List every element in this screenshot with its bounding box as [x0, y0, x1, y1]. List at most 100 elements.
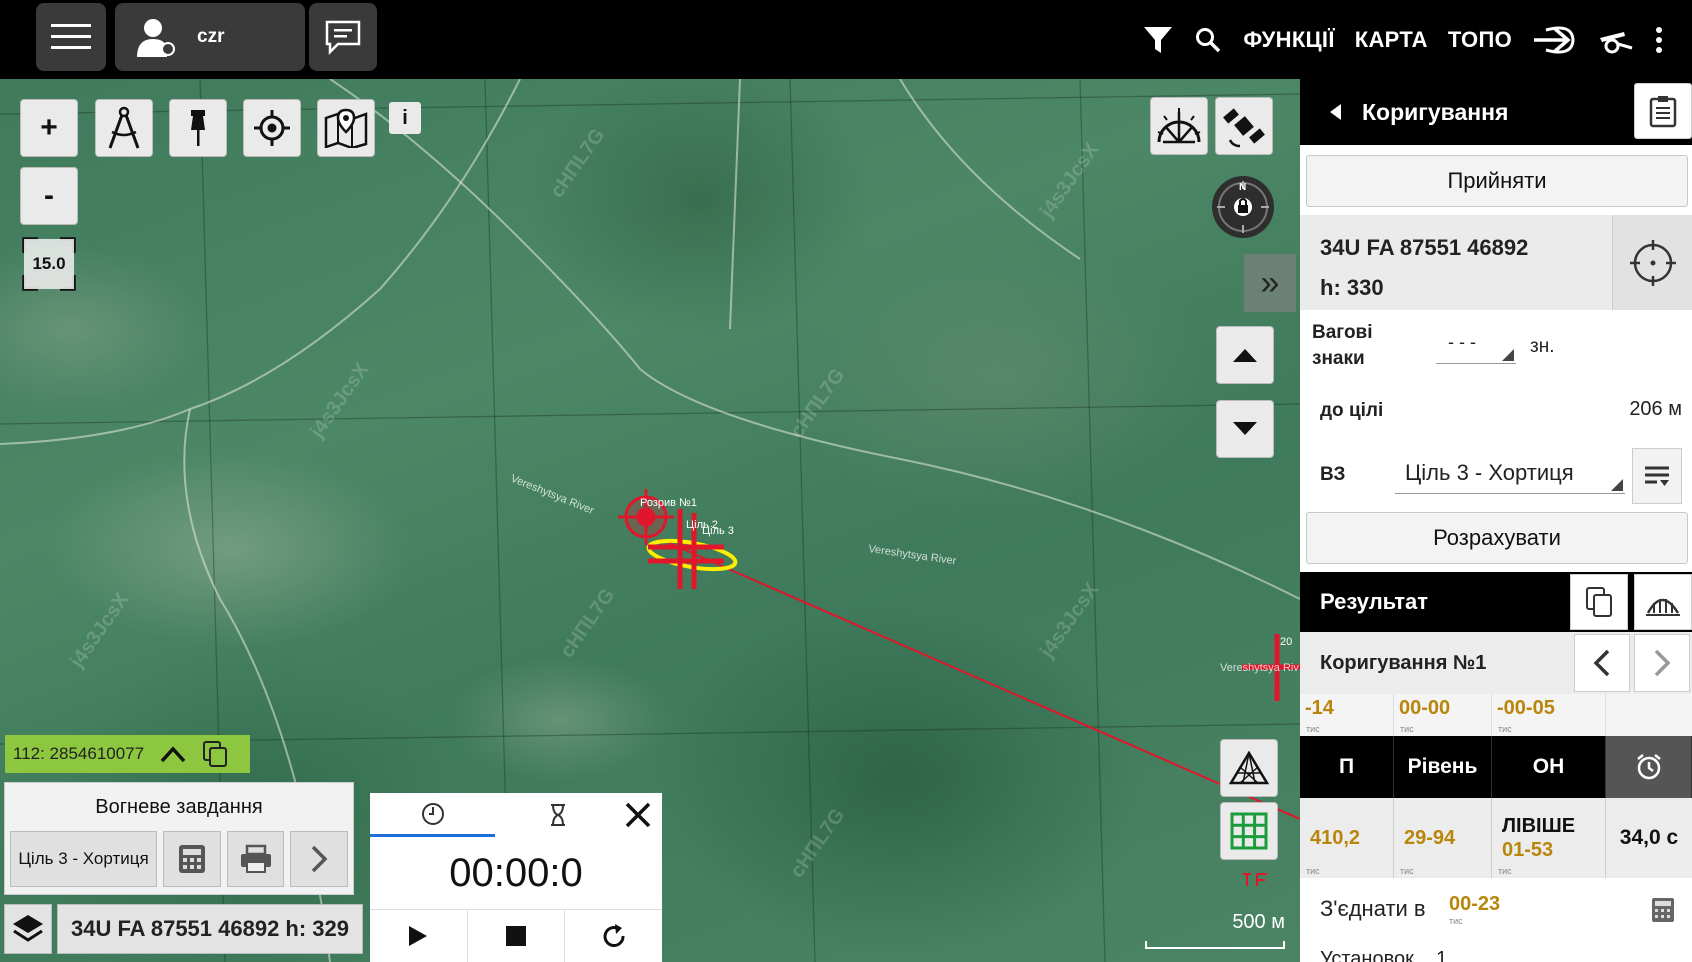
accept-button[interactable]: Прийняти — [1306, 155, 1688, 207]
measure-button[interactable] — [95, 99, 153, 157]
copy-result-button[interactable] — [1570, 574, 1628, 630]
header-p: П — [1300, 736, 1394, 798]
more-vertical-icon[interactable] — [1656, 26, 1662, 53]
correction-value: -14 — [1305, 697, 1334, 719]
map-view[interactable]: Розрив №1 Ціль 2 Ціль 3 20 Vereshytsya R… — [0, 79, 1300, 962]
stop-button[interactable] — [468, 910, 566, 962]
zoom-in-button[interactable]: + — [20, 99, 78, 157]
watermark: j4s3JcsX — [1036, 139, 1104, 223]
unit-label: тис — [1400, 866, 1414, 876]
scroll-up-button[interactable] — [1216, 326, 1274, 384]
search-icon[interactable] — [1195, 27, 1221, 53]
weight-field[interactable]: - - - — [1436, 332, 1516, 364]
compass-tool-icon — [108, 106, 140, 149]
layers-button[interactable] — [4, 904, 52, 954]
copy-icon — [1586, 587, 1612, 617]
result-title: Результат — [1320, 589, 1429, 614]
trajectory-chart-icon — [1646, 598, 1680, 616]
reset-button[interactable] — [565, 910, 662, 962]
collapse-label: » — [1260, 263, 1280, 302]
time-value: 34,0 с — [1619, 826, 1679, 849]
gps-button[interactable] — [1215, 97, 1273, 155]
zoom-in-label: + — [40, 111, 58, 144]
tab-countdown[interactable] — [495, 793, 620, 837]
copy-icon[interactable] — [202, 740, 228, 768]
back-arrow-icon[interactable] — [1328, 103, 1342, 121]
tab-stopwatch[interactable] — [370, 793, 495, 837]
coord-chip[interactable]: 112: 2854610077 — [5, 735, 250, 773]
watermark: cHПL7G — [786, 805, 849, 882]
join-label: З'єднати в — [1320, 896, 1426, 921]
compass-north-label: N — [1239, 182, 1246, 193]
chevron-up-icon[interactable] — [160, 745, 186, 763]
cursor-coordinates[interactable]: 34U FA 87551 46892 h: 329 — [57, 904, 363, 954]
chevron-up-icon — [1233, 349, 1257, 362]
filter-icon[interactable] — [1143, 25, 1173, 55]
correction-title: Коригування №1 — [1320, 651, 1487, 674]
unit-label: тис — [1400, 724, 1414, 734]
chevron-left-icon — [1593, 649, 1610, 677]
weight-value: - - - — [1448, 332, 1476, 352]
next-button[interactable] — [290, 831, 348, 887]
watermark: j4s3JcsX — [66, 589, 134, 673]
correction-panel: Коригування Прийняти 34U FA 87551 46892 … — [1300, 79, 1692, 962]
close-button[interactable] — [620, 797, 656, 833]
measure-angle-button[interactable] — [1150, 97, 1208, 155]
artillery-icon[interactable] — [1598, 26, 1634, 54]
fire-task-panel: Вогневе завдання Ціль 3 - Хортиця — [4, 782, 354, 895]
calculator-icon[interactable] — [1650, 896, 1676, 924]
prev-correction-button[interactable] — [1574, 634, 1630, 692]
river-label: Vereshytsya River — [868, 543, 958, 567]
info-label: i — [402, 106, 408, 129]
timer-header-button[interactable] — [1606, 736, 1692, 798]
print-button[interactable] — [226, 831, 285, 887]
calculate-button[interactable]: Розрахувати — [1306, 512, 1688, 564]
collapse-panel-button[interactable]: » — [1244, 254, 1296, 312]
data-cell-time: 34,0 с — [1606, 798, 1692, 878]
menu-topo[interactable]: ТОПО — [1448, 27, 1512, 53]
grid-button[interactable] — [1220, 802, 1278, 860]
to-target-value: 206 м — [1629, 398, 1682, 420]
fire-task-title[interactable]: Вогневе завдання — [5, 783, 353, 831]
triangulation-icon — [1229, 751, 1269, 785]
protractor-icon — [1157, 108, 1201, 144]
scale-bar — [1145, 941, 1285, 949]
zoom-out-button[interactable]: - — [20, 167, 78, 225]
route-icon[interactable] — [1532, 25, 1576, 55]
terrain-flag-icon — [1236, 865, 1276, 895]
locate-button[interactable] — [243, 99, 301, 157]
terrain-button[interactable] — [1220, 739, 1278, 797]
value-cell: 00-00 тис — [1394, 694, 1492, 736]
play-icon — [409, 926, 428, 946]
pick-target-button[interactable] — [1612, 215, 1692, 310]
target-coord[interactable]: 34U FA 87551 46892 — [1320, 235, 1528, 261]
chart-button[interactable] — [1634, 574, 1692, 630]
next-correction-button[interactable] — [1634, 634, 1690, 692]
vz-select[interactable]: Ціль 3 - Хортиця — [1395, 454, 1625, 494]
pin-button[interactable] — [169, 99, 227, 157]
calculator-button[interactable] — [163, 831, 221, 887]
chat-icon — [325, 20, 361, 55]
menu-map[interactable]: КАРТА — [1355, 27, 1428, 53]
north-compass[interactable]: N — [1212, 176, 1274, 238]
user-button[interactable]: czr — [115, 3, 305, 71]
target-list-button[interactable] — [1632, 448, 1682, 504]
play-button[interactable] — [370, 910, 468, 962]
info-button[interactable]: i — [389, 102, 421, 134]
scroll-down-button[interactable] — [1216, 400, 1274, 458]
zoom-level-button[interactable]: 15.0 — [20, 235, 78, 293]
hamburger-icon — [51, 24, 91, 49]
map-layer-button[interactable] — [317, 99, 375, 157]
zoom-out-label: - — [44, 179, 54, 212]
clipboard-button[interactable] — [1634, 83, 1692, 139]
menu-functions[interactable]: ФУНКЦІЇ — [1243, 27, 1334, 53]
on-value: 01-53 — [1502, 839, 1554, 861]
vz-label: ВЗ — [1320, 464, 1346, 485]
zoom-level: 15.0 — [32, 254, 66, 273]
fire-task-target[interactable]: Ціль 3 - Хортиця — [10, 831, 158, 887]
messages-button[interactable] — [309, 3, 377, 71]
chevron-down-icon — [1233, 422, 1257, 435]
top-bar: czr ФУНКЦІЇ КАРТА ТОПО — [0, 0, 1692, 79]
watermark: j4s3JcsX — [306, 359, 374, 443]
menu-button[interactable] — [36, 3, 106, 71]
